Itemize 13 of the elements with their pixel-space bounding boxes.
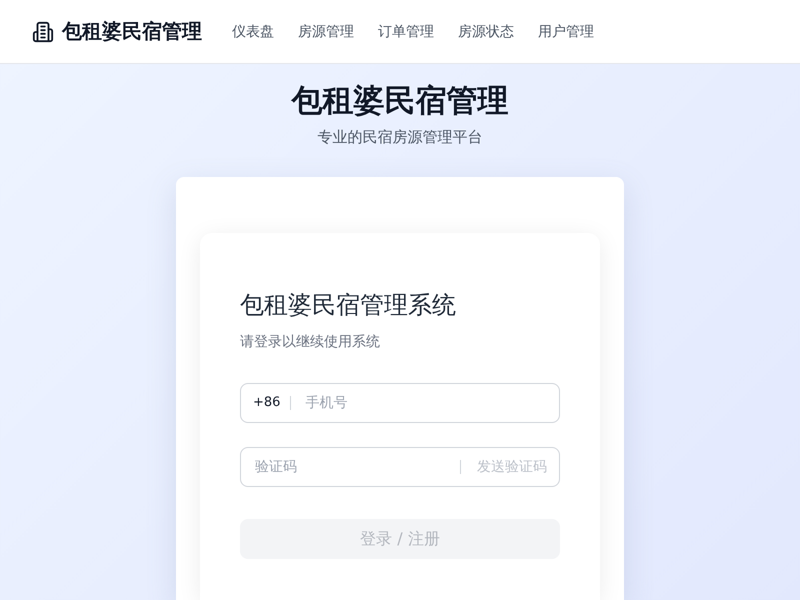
login-subtitle: 请登录以继续使用系统 [240, 333, 381, 351]
nav-link[interactable]: 房源管理 [298, 22, 354, 40]
nav-link[interactable]: 订单管理 [378, 22, 434, 40]
page-title: 包租婆民宿管理 [292, 82, 508, 120]
building-icon [32, 20, 54, 42]
brand-name: 包租婆民宿管理 [62, 18, 202, 45]
country-code[interactable]: +86 [253, 396, 292, 410]
phone-field[interactable]: +86 手机号 [240, 383, 560, 423]
login-title: 包租婆民宿管理系统 [240, 290, 457, 321]
nav-link[interactable]: 房源状态 [458, 22, 514, 40]
nav-link[interactable]: 仪表盘 [232, 22, 274, 40]
page-subtitle: 专业的民宿房源管理平台 [318, 128, 482, 147]
nav-link[interactable]: 用户管理 [538, 22, 594, 40]
